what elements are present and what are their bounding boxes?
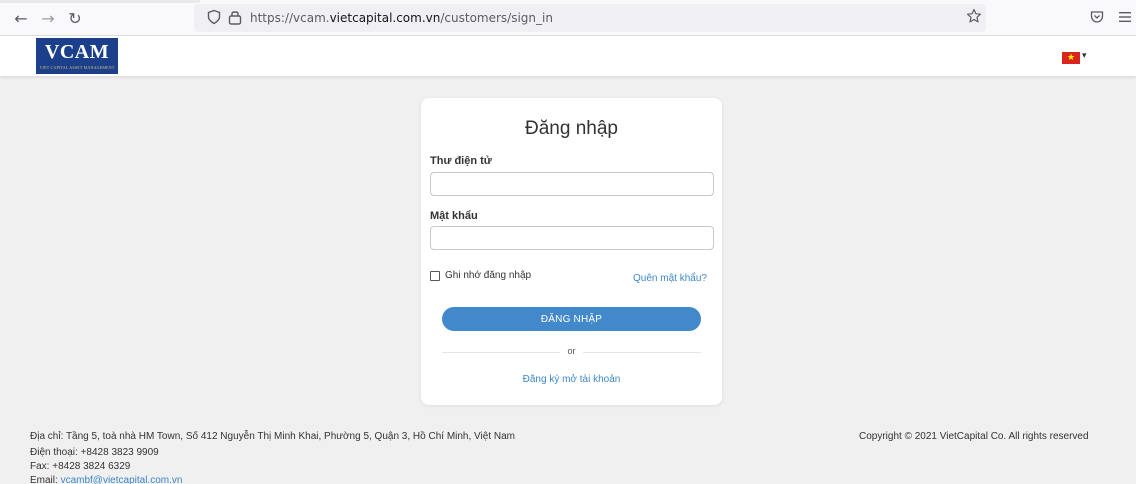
login-card: Đăng nhập Thư điện tử Mật khẩu Ghi nhớ đ… <box>421 98 722 405</box>
shield-icon[interactable] <box>206 9 222 25</box>
register-link[interactable]: Đăng ký mở tài khoản <box>421 374 722 385</box>
logo-text: VCAM <box>44 41 110 63</box>
remember-me[interactable]: Ghi nhớ đăng nhập <box>430 270 531 281</box>
footer-email-prefix: Email: <box>30 475 61 484</box>
footer-address: Địa chỉ: Tầng 5, toà nhà HM Town, Số 412… <box>30 431 515 442</box>
vietnam-flag-icon[interactable]: ★ <box>1062 52 1080 64</box>
reload-icon[interactable]: ↻ <box>64 7 86 29</box>
remember-checkbox[interactable] <box>430 270 440 281</box>
email-label: Thư điện tử <box>430 155 492 167</box>
url-prefix: https://vcam. <box>250 11 330 25</box>
address-bar[interactable]: https://vcam.vietcapital.com.vn/customer… <box>194 4 986 32</box>
footer-phone: Điện thoại: +8428 3823 9909 <box>30 447 159 458</box>
url-domain: vietcapital.com.vn <box>329 11 441 25</box>
url-path: /customers/sign_in <box>440 11 553 25</box>
logo-subtitle: VIET CAPITAL ASSET MANAGEMENT <box>39 65 115 70</box>
pocket-icon[interactable] <box>1090 10 1104 24</box>
remember-label: Ghi nhớ đăng nhập <box>445 270 532 281</box>
login-title: Đăng nhập <box>525 118 618 139</box>
back-arrow-icon[interactable]: ← <box>10 7 32 29</box>
site-header: VCAM VIET CAPITAL ASSET MANAGEMENT ★ ▾ <box>0 36 1136 76</box>
tab-strip-edge <box>0 0 200 3</box>
password-label: Mật khẩu <box>430 210 478 222</box>
footer-copyright: Copyright © 2021 VietCapital Co. All rig… <box>859 431 1089 442</box>
email-field[interactable] <box>430 172 714 196</box>
language-dropdown-caret-icon[interactable]: ▾ <box>1082 51 1087 61</box>
bookmark-star-icon[interactable] <box>966 8 982 24</box>
vcam-logo[interactable]: VCAM VIET CAPITAL ASSET MANAGEMENT <box>36 38 118 74</box>
url-text[interactable]: https://vcam.vietcapital.com.vn/customer… <box>250 11 553 25</box>
forward-arrow-icon[interactable]: → <box>37 7 59 29</box>
footer-email-link[interactable]: vcambf@vietcapital.com.vn <box>61 475 183 484</box>
footer-fax: Fax: +8428 3824 6329 <box>30 461 131 472</box>
footer-email: Email: vcambf@vietcapital.com.vn <box>30 475 182 484</box>
forgot-password-link[interactable]: Quên mật khẩu? <box>633 273 707 284</box>
browser-toolbar: ← → ↻ https://vcam.vietcapital.com.vn/cu… <box>0 0 1136 36</box>
lock-icon[interactable] <box>228 9 242 25</box>
password-field[interactable] <box>430 226 714 250</box>
login-button[interactable]: ĐĂNG NHẬP <box>442 307 701 331</box>
or-separator: or <box>567 346 576 356</box>
hamburger-menu-icon[interactable] <box>1118 11 1132 23</box>
divider-right <box>583 352 701 353</box>
